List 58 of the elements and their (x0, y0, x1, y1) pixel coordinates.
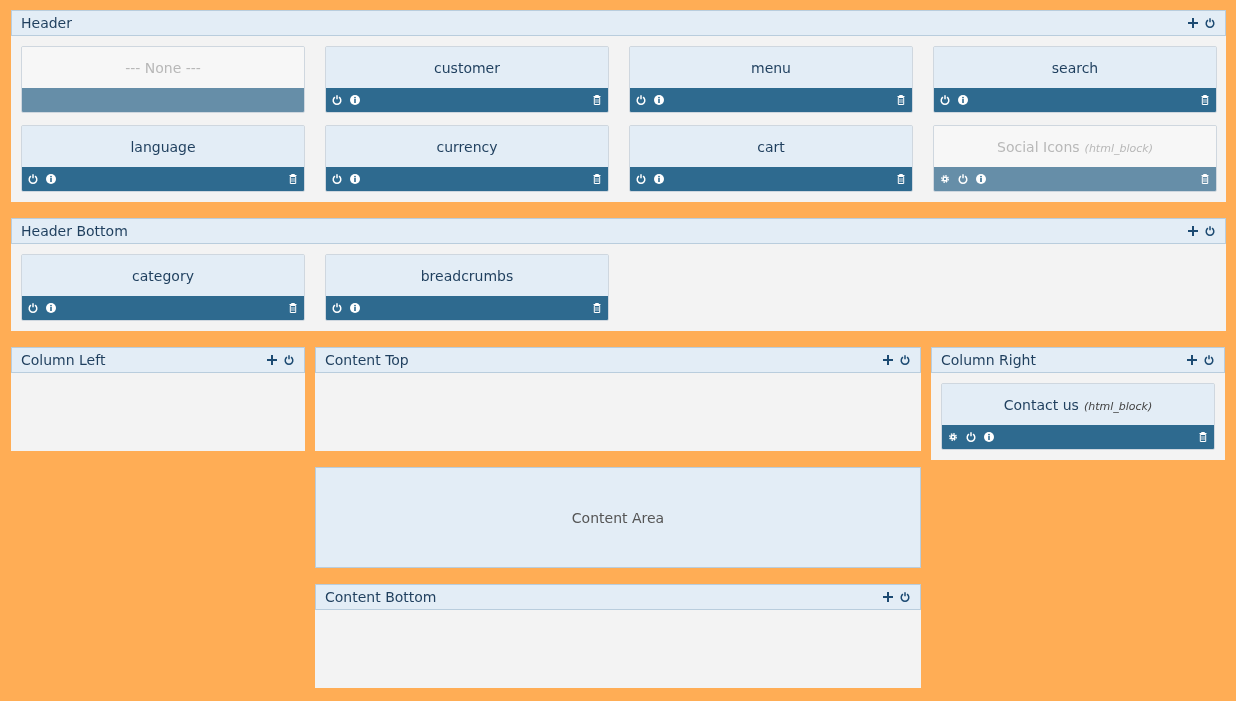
trash-icon[interactable] (592, 174, 602, 184)
trash-icon[interactable] (288, 174, 298, 184)
trash-icon[interactable] (592, 303, 602, 313)
module-name: search (1051, 59, 1099, 76)
info-icon[interactable] (984, 432, 994, 442)
module-card[interactable]: breadcrumbs (325, 254, 609, 321)
power-icon[interactable] (1205, 226, 1215, 236)
info-icon[interactable] (350, 174, 360, 184)
trash-icon[interactable] (1200, 95, 1210, 105)
module-name: customer (434, 59, 500, 76)
add-icon[interactable] (1187, 355, 1197, 365)
add-icon[interactable] (267, 355, 277, 365)
add-icon[interactable] (883, 592, 893, 602)
info-icon[interactable] (350, 303, 360, 313)
add-icon[interactable] (883, 355, 893, 365)
content-area: Content Area (315, 467, 921, 568)
power-icon[interactable] (900, 592, 910, 602)
module-name: --- None --- (125, 59, 201, 76)
module-card[interactable]: menu (629, 46, 913, 113)
module-card[interactable]: search (933, 46, 1217, 113)
power-icon[interactable] (284, 355, 294, 365)
add-icon[interactable] (1188, 18, 1198, 28)
panel-title: Column Left (21, 352, 106, 368)
info-icon[interactable] (654, 95, 664, 105)
module-name: breadcrumbs (420, 267, 514, 284)
add-icon[interactable] (1188, 226, 1198, 236)
trash-icon[interactable] (896, 174, 906, 184)
panel-title: Content Top (325, 352, 409, 368)
module-name: menu (751, 59, 791, 76)
power-icon[interactable] (1204, 355, 1214, 365)
module-card[interactable]: Contact us (html_block) (941, 383, 1215, 450)
module-name: Contact us (html_block) (1003, 396, 1153, 413)
panel-title: Column Right (941, 352, 1036, 368)
power-icon[interactable] (900, 355, 910, 365)
info-icon[interactable] (350, 95, 360, 105)
info-icon[interactable] (46, 303, 56, 313)
module-card[interactable]: category (21, 254, 305, 321)
info-icon[interactable] (46, 174, 56, 184)
module-name: category (132, 267, 194, 284)
module-card[interactable]: language (21, 125, 305, 192)
panel-title: Header Bottom (21, 223, 128, 239)
trash-icon[interactable] (1198, 432, 1208, 442)
panel-title: Header (21, 15, 72, 31)
trash-icon[interactable] (288, 303, 298, 313)
panel-title: Content Bottom (325, 589, 437, 605)
gear-icon[interactable] (948, 432, 958, 442)
info-icon[interactable] (958, 95, 968, 105)
power-icon[interactable] (1205, 18, 1215, 28)
trash-icon[interactable] (592, 95, 602, 105)
module-name: Social Icons (html_block) (997, 138, 1153, 155)
info-icon[interactable] (654, 174, 664, 184)
module-card[interactable]: customer (325, 46, 609, 113)
module-name: language (130, 138, 196, 155)
trash-icon[interactable] (896, 95, 906, 105)
module-card[interactable]: currency (325, 125, 609, 192)
module-name: currency (436, 138, 498, 155)
module-card[interactable]: cart (629, 125, 913, 192)
module-name: cart (757, 138, 785, 155)
